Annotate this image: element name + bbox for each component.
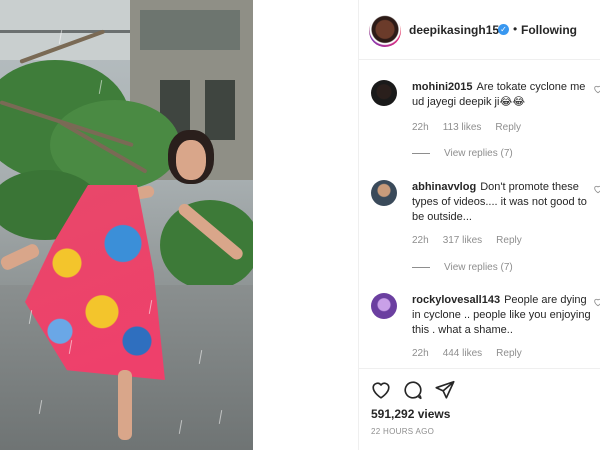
comment-age: 22h [412, 122, 429, 133]
comment-reply-button[interactable]: Reply [495, 122, 521, 133]
share-icon[interactable] [434, 379, 456, 401]
comment-username[interactable]: mohini2015 [412, 81, 473, 93]
comment-likes[interactable]: 113 likes [443, 122, 482, 133]
author-username[interactable]: deepikasingh150 [409, 23, 506, 37]
view-replies-button[interactable]: View replies (7) [412, 262, 513, 273]
post-sidebar: deepikasingh150 ✓ • Following mohini2015… [358, 0, 600, 450]
replies-divider [412, 266, 430, 268]
comment-avatar[interactable] [371, 80, 397, 106]
replies-divider [412, 152, 430, 154]
comment-username[interactable]: rockylovesall143 [412, 294, 500, 306]
background-railing [0, 30, 130, 33]
view-replies-button[interactable]: View replies (7) [412, 148, 513, 159]
comment-username[interactable]: abhinavvlog [412, 181, 476, 193]
comment-age: 22h [412, 235, 429, 246]
comment-like-icon[interactable] [593, 184, 600, 194]
post-timestamp: 22 HOURS AGO [371, 427, 435, 436]
comment-reply-button[interactable]: Reply [496, 235, 522, 246]
comment-avatar[interactable] [371, 180, 397, 206]
person-face [176, 140, 206, 180]
verified-badge-icon: ✓ [498, 24, 509, 35]
post-media[interactable] [0, 0, 253, 450]
comment-icon[interactable] [402, 379, 424, 401]
comment-reply-button[interactable]: Reply [496, 348, 522, 359]
view-count[interactable]: 591,292 views [371, 407, 450, 421]
post-header: deepikasingh150 ✓ • Following [359, 0, 600, 60]
comment-like-icon[interactable] [593, 297, 600, 307]
following-button[interactable]: Following [521, 23, 577, 37]
view-replies-label: View replies (7) [444, 148, 513, 159]
author-avatar[interactable] [369, 15, 401, 47]
post-actions: 591,292 views 22 HOURS AGO [359, 368, 600, 450]
comment-age: 22h [412, 348, 429, 359]
view-replies-label: View replies (7) [444, 262, 513, 273]
comment-avatar[interactable] [371, 293, 397, 319]
comment-likes[interactable]: 317 likes [443, 235, 482, 246]
header-separator: • [513, 22, 518, 36]
comment-like-icon[interactable] [593, 84, 600, 94]
comment-likes[interactable]: 444 likes [443, 348, 482, 359]
heart-icon[interactable] [370, 379, 392, 401]
